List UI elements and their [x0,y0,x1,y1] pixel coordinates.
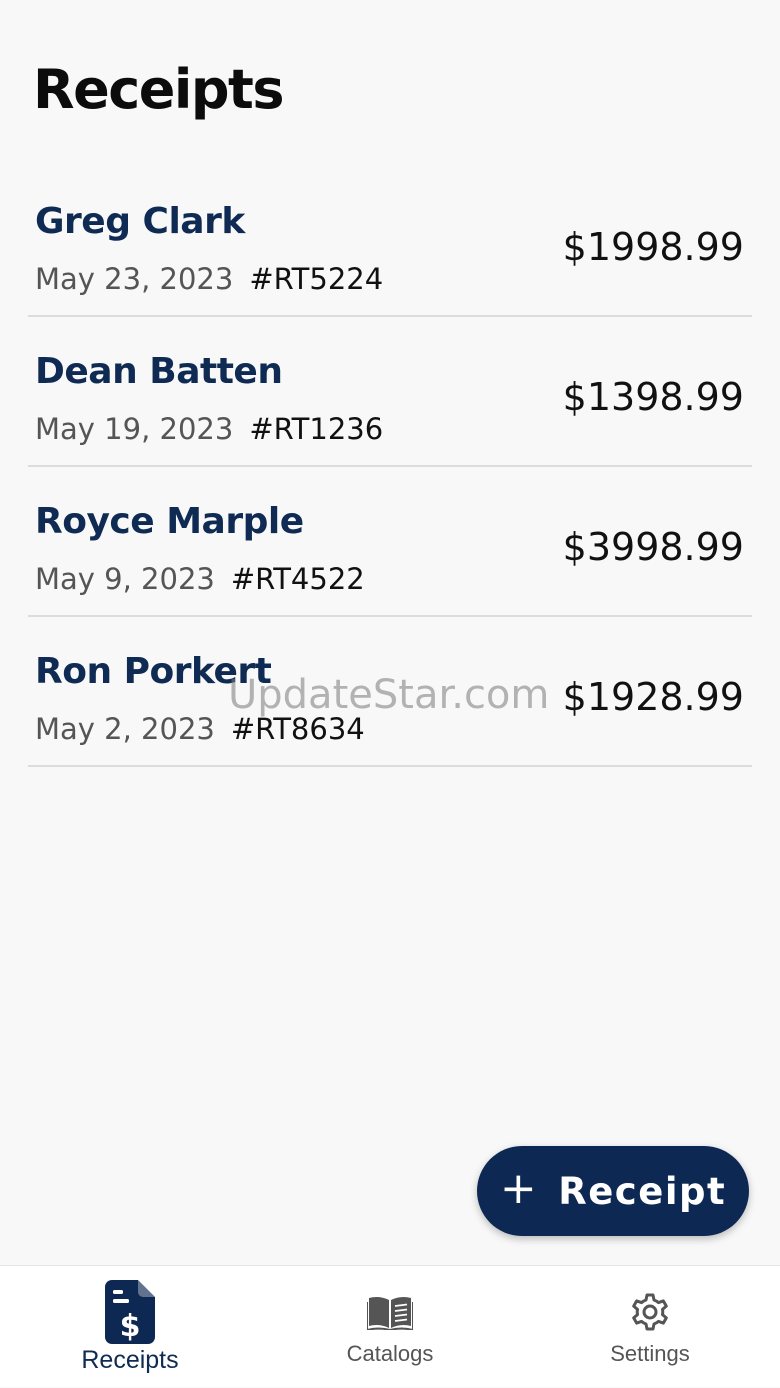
book-icon [367,1296,413,1330]
receipt-amount: $1998.99 [562,225,744,269]
receipt-number: #RT1236 [249,412,384,446]
bottom-nav: $ Receipts Catalogs Settings [0,1265,780,1387]
receipt-number: #RT8634 [230,712,365,746]
receipt-amount: $3998.99 [562,525,744,569]
receipt-amount: $1928.99 [562,675,744,719]
receipt-amount: $1398.99 [562,375,744,419]
receipt-meta: May 2, 2023 #RT8634 [35,712,365,746]
nav-label-receipts: Receipts [81,1346,179,1374]
receipt-number: #RT4522 [230,562,365,596]
plus-icon: + [499,1163,539,1214]
nav-item-receipts[interactable]: $ Receipts [0,1266,260,1388]
customer-name: Royce Marple [35,501,304,542]
receipt-row[interactable]: Royce Marple May 9, 2023 #RT4522 $3998.99 [28,467,752,617]
svg-text:$: $ [120,1309,141,1344]
nav-item-catalogs[interactable]: Catalogs [260,1266,520,1388]
receipt-date: May 9, 2023 [35,562,215,596]
add-receipt-button[interactable]: + Receipt [477,1146,749,1236]
nav-label-settings: Settings [610,1341,690,1366]
receipt-row[interactable]: Greg Clark May 23, 2023 #RT5224 $1998.99 [28,167,752,317]
customer-name: Ron Porkert [35,651,272,692]
receipt-row[interactable]: Ron Porkert May 2, 2023 #RT8634 $1928.99 [28,617,752,767]
receipt-meta: May 9, 2023 #RT4522 [35,562,365,596]
receipt-date: May 2, 2023 [35,712,215,746]
receipt-number: #RT5224 [249,262,384,296]
receipt-date: May 19, 2023 [35,412,234,446]
gear-icon [632,1293,668,1331]
nav-label-catalogs: Catalogs [346,1341,434,1366]
customer-name: Dean Batten [35,351,283,392]
receipt-date: May 23, 2023 [35,262,234,296]
receipt-row[interactable]: Dean Batten May 19, 2023 #RT1236 $1398.99 [28,317,752,467]
nav-item-settings[interactable]: Settings [520,1266,780,1388]
customer-name: Greg Clark [35,201,245,242]
receipt-dollar-icon: $ [105,1280,155,1344]
page-title: Receipts [33,58,284,121]
add-receipt-label: Receipt [558,1169,727,1213]
receipt-meta: May 23, 2023 #RT5224 [35,262,383,296]
receipt-list: Greg Clark May 23, 2023 #RT5224 $1998.99 … [28,167,752,767]
receipt-meta: May 19, 2023 #RT1236 [35,412,383,446]
